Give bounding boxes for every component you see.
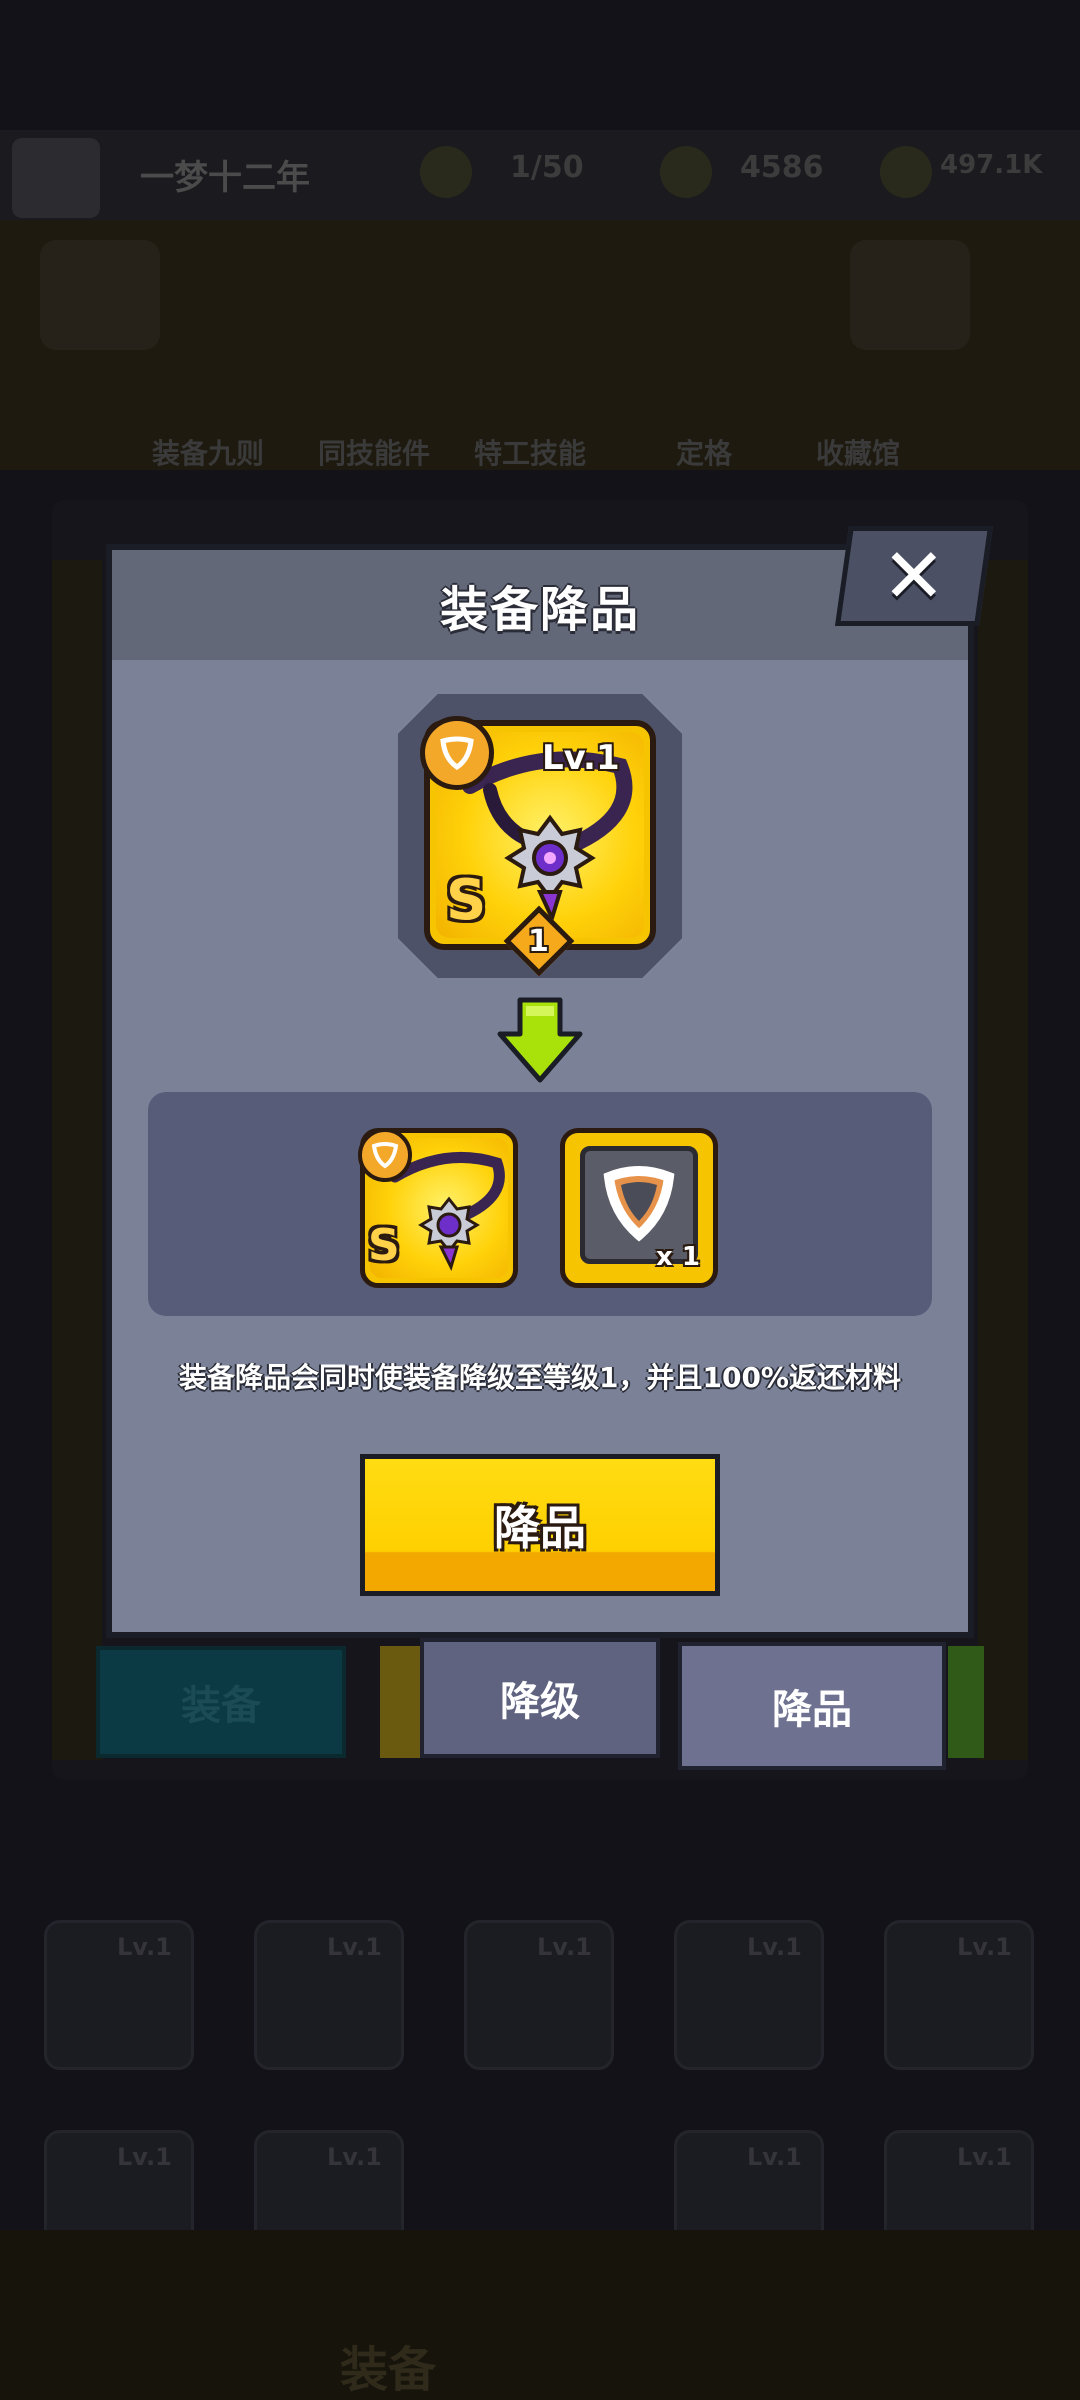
- down-arrow-icon: [497, 997, 583, 1083]
- tab-downlevel[interactable]: 降级: [420, 1638, 660, 1758]
- dialog-title: 装备降品: [439, 582, 640, 638]
- energy-icon: [420, 146, 472, 198]
- stat-gems: 4586: [740, 150, 824, 185]
- stat-coins: 497.1K: [940, 150, 1043, 180]
- menu-item: 特工技能: [474, 437, 587, 470]
- panel-side: [978, 560, 1028, 1760]
- downgrade-button[interactable]: 降品: [360, 1454, 720, 1596]
- menu-icon: [850, 240, 970, 350]
- necklace-type-icon: [440, 736, 474, 771]
- bottom-nav-equip: 装备: [340, 2342, 437, 2398]
- tab-downgrade[interactable]: 降品: [678, 1642, 946, 1770]
- menu-icon: [40, 240, 160, 350]
- inventory-tile: Lv.1: [254, 1920, 404, 2070]
- material-quantity: x 1: [656, 1242, 700, 1272]
- menu-item: 装备九则: [152, 437, 265, 470]
- necklace-type-icon: [371, 1142, 399, 1169]
- star-count: 1: [528, 924, 549, 959]
- item-level: Lv.1: [542, 738, 620, 778]
- gem-icon: [660, 146, 712, 198]
- equipment-type-badge: [420, 716, 494, 790]
- downgrade-button-label: 降品: [494, 1501, 586, 1555]
- close-icon: ✕: [882, 531, 946, 620]
- item-rank: S: [446, 868, 487, 933]
- inventory-tile: Lv.1: [884, 1920, 1034, 2070]
- result-equipment-rank: S: [368, 1220, 400, 1271]
- equipment-type-badge: [358, 1128, 412, 1182]
- tab-equip[interactable]: 装备: [96, 1646, 346, 1758]
- panel-side: [52, 560, 102, 1760]
- stat-energy: 1/50: [510, 150, 584, 185]
- tab-edge: [948, 1646, 984, 1758]
- tab-edge: [380, 1646, 420, 1758]
- result-panel: [148, 1092, 932, 1316]
- player-name: 一梦十二年: [140, 158, 310, 198]
- inventory-tile: Lv.1: [674, 1920, 824, 2070]
- menu-item: 定格: [676, 437, 733, 470]
- coin-icon: [880, 146, 932, 198]
- menu-item: 收藏馆: [816, 437, 901, 470]
- inventory-tile: Lv.1: [44, 1920, 194, 2070]
- bottom-nav: [0, 2230, 1080, 2400]
- downgrade-description: 装备降品会同时使装备降级至等级1，并且100%返还材料: [179, 1361, 901, 1394]
- close-button[interactable]: ✕: [834, 526, 994, 626]
- menu-item: 同技能件: [318, 437, 431, 470]
- inventory-tile: Lv.1: [464, 1920, 614, 2070]
- player-avatar: [12, 138, 100, 218]
